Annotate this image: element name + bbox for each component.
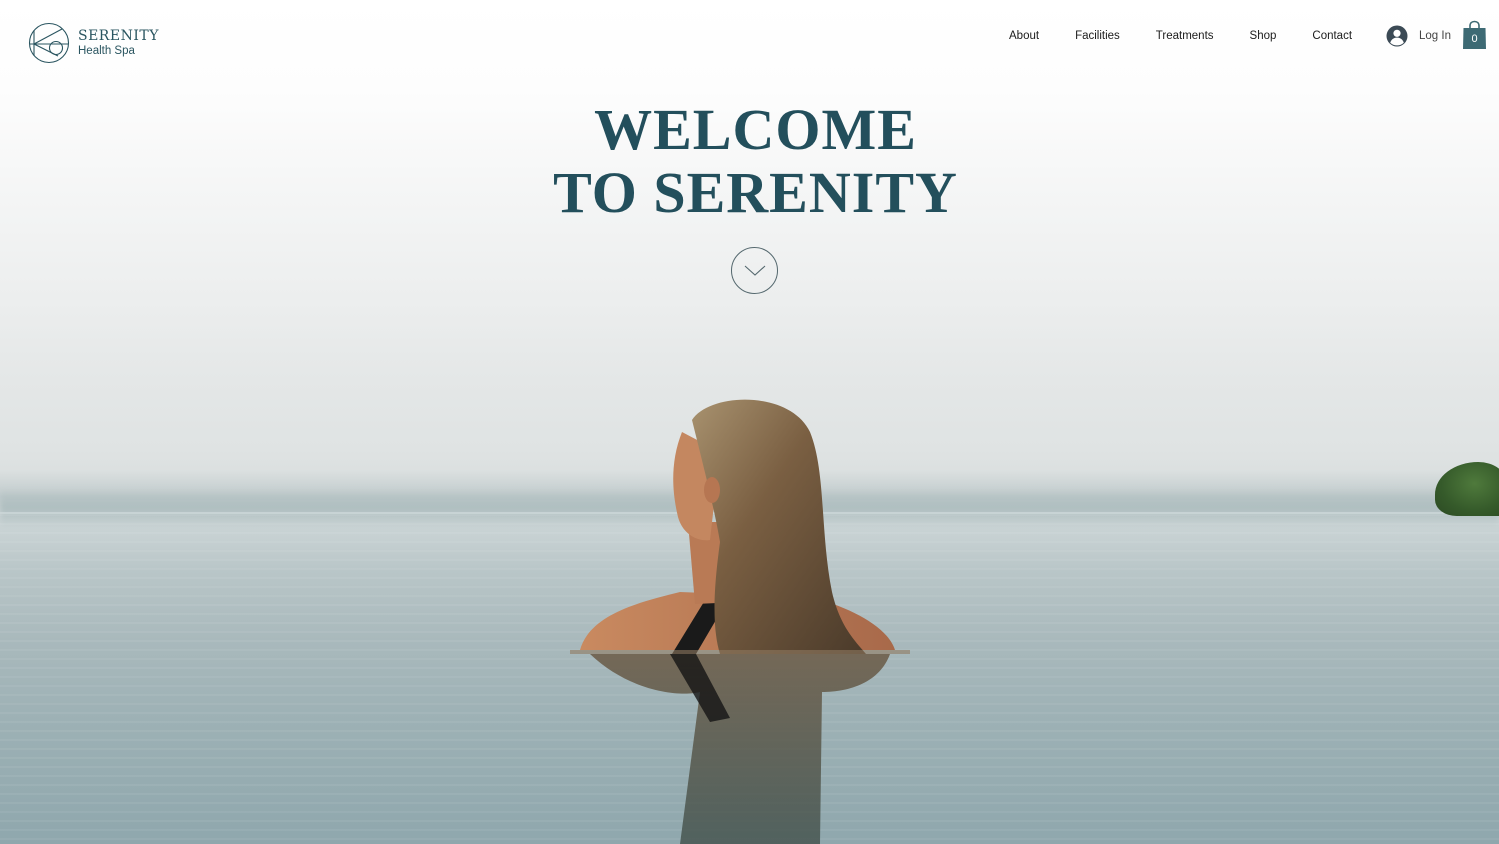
hero-title-line2: TO SERENITY (553, 160, 958, 225)
user-avatar-icon (1386, 25, 1408, 47)
nav-facilities[interactable]: Facilities (1075, 30, 1120, 42)
logo-text: SERENITY Health Spa (78, 29, 159, 58)
site-logo[interactable]: SERENITY Health Spa (28, 21, 168, 65)
hero-title-line1: WELCOME (594, 97, 917, 162)
login-button[interactable]: Log In (1386, 24, 1451, 48)
chevron-down-icon (744, 265, 766, 276)
login-label: Log In (1419, 30, 1451, 42)
brand-tagline: Health Spa (78, 44, 135, 57)
page: SERENITY Health Spa About Facilities Tre… (0, 0, 1499, 844)
woman-in-water-image (570, 399, 910, 844)
nav-about[interactable]: About (1009, 30, 1039, 42)
cart-count: 0 (1471, 33, 1478, 45)
brand-name: SERENITY (78, 27, 159, 44)
logo-mark-icon (28, 22, 70, 64)
main-nav: About Facilities Treatments Shop Contact (990, 27, 1388, 45)
nav-treatments[interactable]: Treatments (1156, 30, 1214, 42)
nav-shop[interactable]: Shop (1250, 30, 1277, 42)
hero-title: WELCOME TO SERENITY (0, 98, 1499, 224)
scroll-down-button[interactable] (731, 247, 778, 294)
cart-button[interactable]: 0 (1462, 20, 1487, 50)
nav-contact[interactable]: Contact (1312, 30, 1352, 42)
